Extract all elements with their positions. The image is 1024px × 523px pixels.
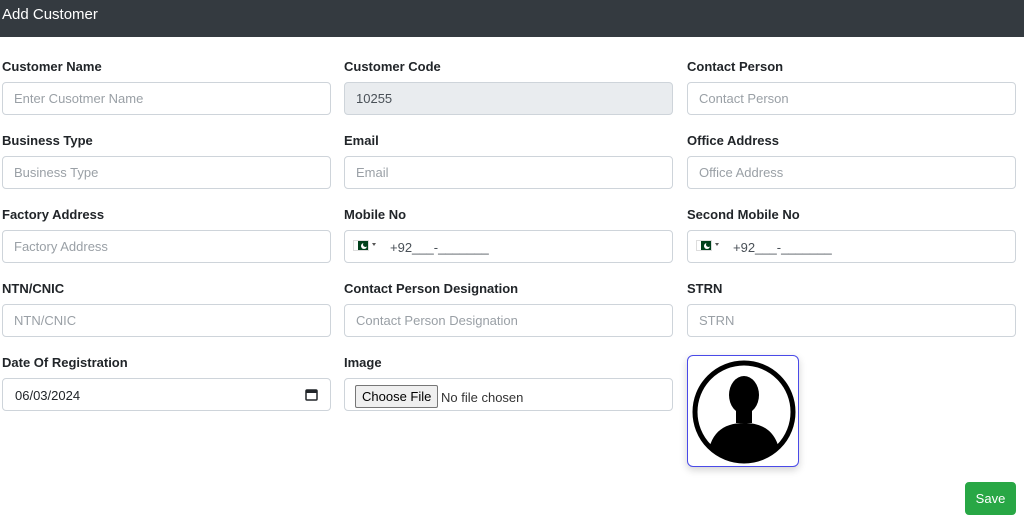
save-button[interactable]: Save: [965, 482, 1016, 515]
second-mobile-no-value: +92___-_______: [733, 240, 832, 255]
contact-person-field: Contact Person: [687, 58, 1016, 115]
mobile-no-value: +92___-_______: [390, 240, 489, 255]
date-of-registration-input[interactable]: 06/03/2024: [2, 378, 331, 411]
mobile-no-field: Mobile No +92___-_______: [344, 206, 673, 263]
page-title: Add Customer: [2, 6, 98, 23]
user-silhouette-icon: [692, 360, 796, 464]
strn-label: STRN: [687, 281, 723, 296]
customer-code-label: Customer Code: [344, 59, 441, 74]
contact-person-input[interactable]: [687, 82, 1016, 115]
factory-address-label: Factory Address: [2, 207, 105, 222]
strn-input[interactable]: [687, 304, 1016, 337]
choose-file-button[interactable]: Choose File: [355, 385, 439, 408]
factory-address-input[interactable]: [2, 230, 331, 263]
customer-code-input[interactable]: [344, 82, 673, 115]
image-field: Image Choose File No file chosen: [344, 354, 673, 411]
customer-name-input[interactable]: [2, 82, 331, 115]
customer-name-field: Customer Name: [2, 58, 331, 115]
date-value: 06/03/2024: [15, 388, 81, 403]
page-header: Add Customer: [0, 0, 1024, 37]
avatar-preview: [687, 355, 799, 467]
caret-down-icon: [372, 243, 376, 246]
caret-down-icon: [715, 243, 719, 246]
factory-address-field: Factory Address: [2, 206, 331, 263]
email-input[interactable]: [344, 156, 673, 189]
business-type-input[interactable]: [2, 156, 331, 189]
customer-name-label: Customer Name: [2, 59, 102, 74]
customer-code-field: Customer Code: [344, 58, 673, 115]
contact-person-designation-label: Contact Person Designation: [344, 281, 519, 296]
contact-person-label: Contact Person: [687, 59, 784, 74]
email-field: Email: [344, 132, 673, 189]
file-status: No file chosen: [441, 390, 524, 405]
ntn-cnic-input[interactable]: [2, 304, 331, 337]
mobile-no-label: Mobile No: [344, 207, 407, 222]
strn-field: STRN: [687, 280, 1016, 337]
second-mobile-no-label: Second Mobile No: [687, 207, 800, 222]
country-selector[interactable]: [353, 240, 383, 254]
office-address-field: Office Address: [687, 132, 1016, 189]
date-of-registration-label: Date Of Registration: [2, 355, 128, 370]
pakistan-flag-icon: [696, 240, 712, 251]
business-type-label: Business Type: [2, 133, 93, 148]
second-mobile-no-field: Second Mobile No +92___-_______: [687, 206, 1016, 263]
calendar-icon[interactable]: [305, 388, 318, 401]
image-file-input[interactable]: Choose File No file chosen: [344, 378, 673, 411]
business-type-field: Business Type: [2, 132, 331, 189]
date-of-registration-field: Date Of Registration 06/03/2024: [2, 354, 331, 411]
ntn-cnic-field: NTN/CNIC: [2, 280, 331, 337]
contact-person-designation-field: Contact Person Designation: [344, 280, 673, 337]
office-address-label: Office Address: [687, 133, 779, 148]
country-selector[interactable]: [696, 240, 726, 254]
second-mobile-no-input[interactable]: +92___-_______: [687, 230, 1016, 263]
ntn-cnic-label: NTN/CNIC: [2, 281, 65, 296]
pakistan-flag-icon: [353, 240, 369, 251]
office-address-input[interactable]: [687, 156, 1016, 189]
mobile-no-input[interactable]: +92___-_______: [344, 230, 673, 263]
image-label: Image: [344, 355, 382, 370]
contact-person-designation-input[interactable]: [344, 304, 673, 337]
email-label: Email: [344, 133, 379, 148]
